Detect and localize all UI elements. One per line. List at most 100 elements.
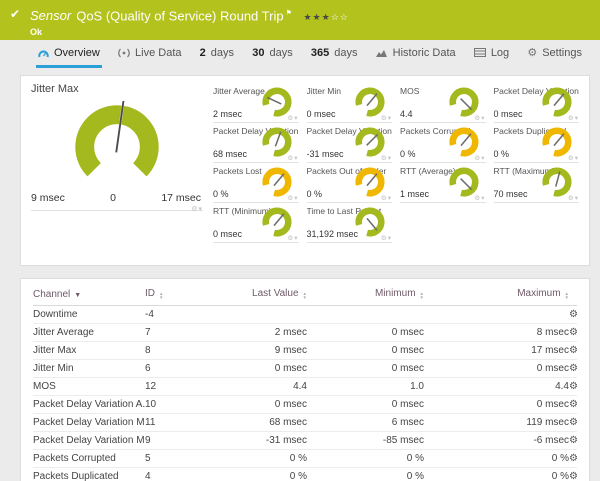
pin-icon[interactable]: ▾ <box>575 115 579 122</box>
pin-icon[interactable]: ▾ <box>388 155 392 162</box>
table-row-packets-corrupted: Packets Corrupted 5 0 % 0 % 0 % ⚙ <box>33 449 577 468</box>
pin-icon[interactable]: ▾ <box>481 155 485 162</box>
column-header-id[interactable]: ID ▲ ▼ <box>145 284 215 306</box>
pin-icon[interactable]: ▾ <box>294 155 298 162</box>
gear-icon[interactable]: ⚙ <box>381 155 388 162</box>
main-gauge-jitter-max[interactable]: Jitter Max 9 msec 0 17 msec ⚙▾ <box>31 83 203 213</box>
star-filled-icon: ★★★ <box>303 12 331 23</box>
gauge-actions[interactable]: ⚙▾ <box>568 114 579 122</box>
id-cell: 12 <box>145 377 215 396</box>
mini-gauge-jitter-average[interactable]: Jitter Average 2 msec ⚙▾ <box>213 83 299 123</box>
mini-gauge-packet-delay-variation-max[interactable]: Packet Delay Variation 68 msec ⚙▾ <box>213 123 299 163</box>
channel-settings-gear-icon[interactable]: ⚙ <box>569 399 577 410</box>
gauge-actions[interactable]: ⚙▾ <box>287 194 298 202</box>
gauge-actions[interactable]: ⚙▾ <box>474 114 485 122</box>
channel-settings-gear-icon[interactable]: ⚙ <box>569 471 577 481</box>
mini-gauge-time-to-last-packet[interactable]: Time to Last Packet 31,192 msec ⚙▾ <box>306 203 392 243</box>
pin-icon[interactable]: ▾ <box>294 115 298 122</box>
column-header-maximum[interactable]: Maximum ▲ ▼ <box>424 284 569 306</box>
gauge-value: 0 msec <box>493 109 523 119</box>
last-value-cell: 0 % <box>215 449 307 468</box>
gauge-actions[interactable]: ⚙▾ <box>568 194 579 202</box>
channel-settings-gear-icon[interactable]: ⚙ <box>569 309 577 320</box>
gauge-actions[interactable]: ⚙▾ <box>191 205 203 213</box>
channel-settings-gear-icon[interactable]: ⚙ <box>569 453 577 464</box>
gear-icon[interactable]: ⚙ <box>568 195 575 202</box>
pin-icon[interactable]: ▾ <box>294 195 298 202</box>
mini-gauge-packet-delay-variation-avg[interactable]: Packet Delay Variation 0 msec ⚙▾ <box>493 83 579 123</box>
tab-2-days[interactable]: 2 days <box>198 40 236 68</box>
pin-icon[interactable]: ▾ <box>575 155 579 162</box>
tab-live-data[interactable]: Live Data <box>116 40 183 68</box>
table-row-packet-delay-variation-min: Packet Delay Variation Min 9 -31 msec -8… <box>33 431 577 450</box>
gauge-actions[interactable]: ⚙▾ <box>287 234 298 242</box>
tab-365-days[interactable]: 365 days <box>309 40 360 68</box>
tab-settings[interactable]: ⚙ Settings <box>525 40 584 68</box>
historic-data-chart-icon <box>375 48 388 58</box>
gauge-actions[interactable]: ⚙▾ <box>568 154 579 162</box>
mini-gauge-rtt-average[interactable]: RTT (Average) 1 msec ⚙▾ <box>400 163 486 203</box>
live-data-broadcast-icon <box>118 48 130 58</box>
mini-gauge-packets-corrupted[interactable]: Packets Corrupted 0 % ⚙▾ <box>400 123 486 163</box>
channel-settings-gear-icon[interactable]: ⚙ <box>569 381 577 392</box>
channel-cell: MOS <box>33 377 145 396</box>
tab-overview[interactable]: Overview <box>36 40 102 68</box>
gauge-value: 0 % <box>400 149 416 159</box>
gear-icon[interactable]: ⚙ <box>568 155 575 162</box>
mini-gauge-packets-out-of-order[interactable]: Packets Out of Order 0 % ⚙▾ <box>306 163 392 203</box>
channel-settings-gear-icon[interactable]: ⚙ <box>569 363 577 374</box>
sort-icon: ▲ ▼ <box>302 291 307 300</box>
channel-settings-gear-icon[interactable]: ⚙ <box>569 417 577 428</box>
pin-icon[interactable]: ▾ <box>575 195 579 202</box>
gauge-actions[interactable]: ⚙▾ <box>287 154 298 162</box>
pin-icon[interactable]: ▾ <box>388 235 392 242</box>
channels-table: Channel ▼ ID ▲ ▼ Last Value ▲ ▼ Minimum ▲ ▼ Max… <box>33 284 577 481</box>
tab-label: days <box>210 46 235 59</box>
pin-icon[interactable]: ▾ <box>481 115 485 122</box>
column-header-channel[interactable]: Channel ▼ <box>33 284 145 306</box>
maximum-cell: 0 msec <box>424 395 569 414</box>
gauge-value: 0 msec <box>213 229 243 239</box>
mini-gauge-packets-duplicated[interactable]: Packets Duplicated 0 % ⚙▾ <box>493 123 579 163</box>
last-value-cell: 2 msec <box>215 323 307 342</box>
gear-icon[interactable]: ⚙ <box>568 115 575 122</box>
mini-gauge-packet-delay-variation-min[interactable]: Packet Delay Variation -31 msec ⚙▾ <box>306 123 392 163</box>
mini-gauge-rtt-minimum[interactable]: RTT (Minimum) 0 msec ⚙▾ <box>213 203 299 243</box>
gear-icon[interactable]: ⚙ <box>381 195 388 202</box>
pin-icon[interactable]: ▾ <box>388 195 392 202</box>
column-header-actions <box>569 284 577 306</box>
gear-icon[interactable]: ⚙ <box>381 115 388 122</box>
channel-settings-gear-icon[interactable]: ⚙ <box>569 327 577 338</box>
gauge-actions[interactable]: ⚙▾ <box>381 154 392 162</box>
mini-gauge-rtt-maximum[interactable]: RTT (Maximum) 70 msec ⚙▾ <box>493 163 579 203</box>
tab-30-days[interactable]: 30 days <box>250 40 295 68</box>
gauge-actions[interactable]: ⚙▾ <box>381 114 392 122</box>
mini-gauge-packets-lost[interactable]: Packets Lost 0 % ⚙▾ <box>213 163 299 203</box>
gauge-actions[interactable]: ⚙▾ <box>287 114 298 122</box>
gauge-actions[interactable]: ⚙▾ <box>381 234 392 242</box>
channel-settings-gear-icon[interactable]: ⚙ <box>569 435 577 446</box>
table-row-mos: MOS 12 4.4 1.0 4.4 ⚙ <box>33 377 577 396</box>
id-cell: -4 <box>145 305 215 324</box>
pin-icon[interactable]: ▾ <box>481 195 485 202</box>
minimum-cell: 0 msec <box>307 359 424 378</box>
last-value-cell: 0 % <box>215 467 307 481</box>
channel-settings-gear-icon[interactable]: ⚙ <box>569 345 577 356</box>
column-header-minimum[interactable]: Minimum ▲ ▼ <box>307 284 424 306</box>
mini-gauge-jitter-min[interactable]: Jitter Min 0 msec ⚙▾ <box>306 83 392 123</box>
maximum-cell: 0 % <box>424 467 569 481</box>
gauge-actions[interactable]: ⚙▾ <box>474 194 485 202</box>
mini-gauge-grid: Jitter Average 2 msec ⚙▾ Jitter Min 0 ms… <box>213 83 579 265</box>
column-header-last-value[interactable]: Last Value ▲ ▼ <box>215 284 307 306</box>
gear-icon[interactable]: ⚙ <box>381 235 388 242</box>
mini-gauge-mos[interactable]: MOS 4.4 ⚙▾ <box>400 83 486 123</box>
channel-cell: Packet Delay Variation Min <box>33 431 145 450</box>
pin-icon[interactable]: ▾ <box>294 235 298 242</box>
gauge-actions[interactable]: ⚙▾ <box>474 154 485 162</box>
gauge-actions[interactable]: ⚙▾ <box>381 194 392 202</box>
channel-cell: Packet Delay Variation A.. <box>33 395 145 414</box>
pin-icon[interactable]: ▾ <box>198 206 203 213</box>
tab-log[interactable]: Log <box>472 40 511 68</box>
pin-icon[interactable]: ▾ <box>388 115 392 122</box>
tab-historic-data[interactable]: Historic Data <box>374 40 458 68</box>
